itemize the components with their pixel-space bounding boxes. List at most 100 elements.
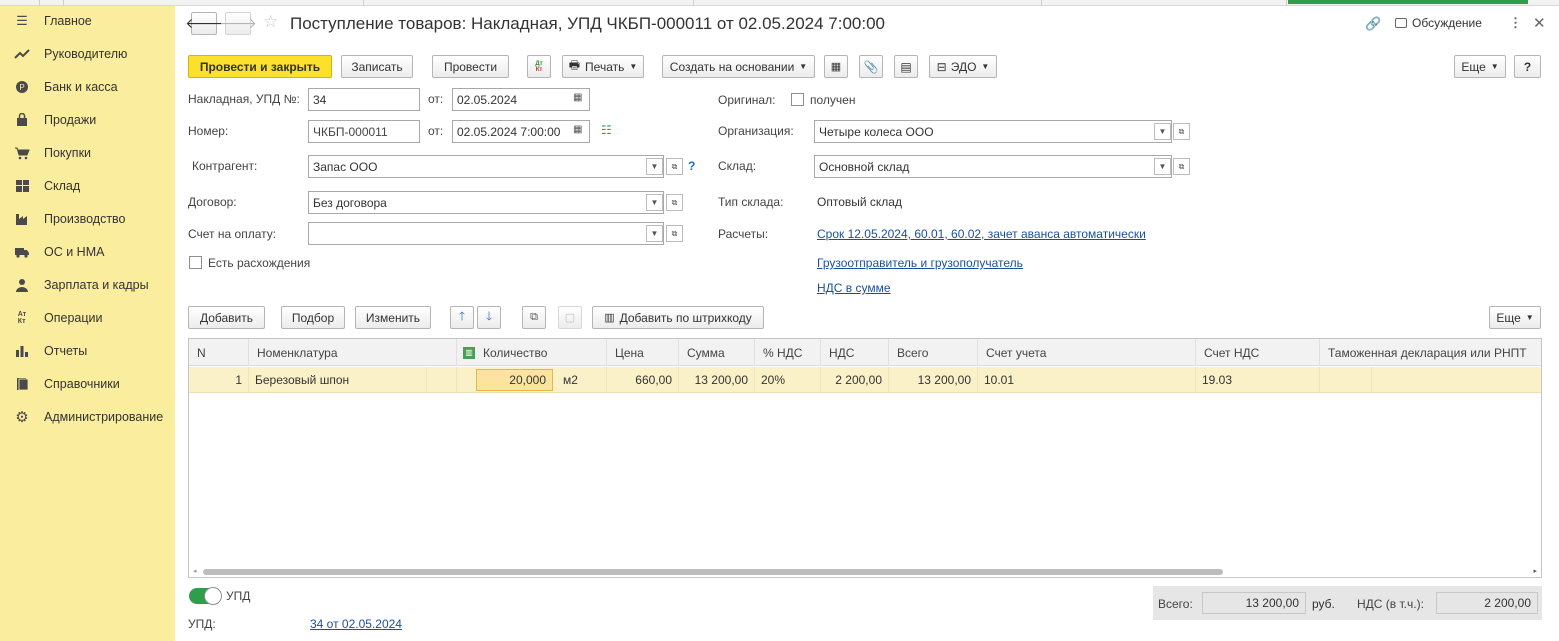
col-header-item[interactable]: Номенклатура bbox=[249, 339, 457, 366]
sidebar-item-warehouse[interactable]: Склад bbox=[0, 171, 175, 201]
sidebar-item-manager[interactable]: Руководителю bbox=[0, 39, 175, 69]
add-by-barcode-button[interactable]: ▥ Добавить по штрихкоду bbox=[592, 306, 764, 329]
upd-toggle[interactable] bbox=[189, 587, 222, 605]
list-check-icon[interactable]: ☷ bbox=[601, 123, 612, 137]
print-button[interactable]: 🖶 Печать ▼ bbox=[562, 55, 644, 78]
col-header-vat[interactable]: НДС bbox=[821, 339, 889, 366]
contract-field[interactable]: Без договора bbox=[308, 191, 664, 214]
open-link-icon[interactable]: ⧉ bbox=[666, 225, 683, 242]
sidebar-item-salary[interactable]: Зарплата и кадры bbox=[0, 270, 175, 300]
cell-quantity[interactable]: 20,000 bbox=[476, 369, 553, 391]
upd-link[interactable]: 34 от 02.05.2024 bbox=[310, 617, 402, 631]
cell-vat-account[interactable]: 19.03 bbox=[1196, 367, 1320, 393]
forward-button[interactable]: 🡒 bbox=[219, 12, 257, 35]
attach-button[interactable]: 📎 bbox=[859, 55, 883, 78]
structure-button[interactable]: ▦ bbox=[824, 55, 848, 78]
open-link-icon[interactable]: ⧉ bbox=[666, 158, 683, 175]
open-link-icon[interactable]: ⧉ bbox=[1173, 158, 1190, 175]
add-row-button[interactable]: Добавить bbox=[188, 306, 265, 329]
chevron-down-icon[interactable]: ▼ bbox=[646, 225, 663, 242]
scroll-left-icon[interactable]: ◂ bbox=[193, 567, 197, 575]
sidebar-item-admin[interactable]: ⚙ Администрирование bbox=[0, 402, 175, 432]
col-header-sum[interactable]: Сумма bbox=[679, 339, 755, 366]
organization-field[interactable]: Четыре колеса ООО bbox=[814, 120, 1172, 143]
copy-rows-button[interactable]: ⧉ bbox=[522, 306, 546, 329]
sidebar-item-catalogs[interactable]: Справочники bbox=[0, 369, 175, 399]
cell-sum[interactable]: 13 200,00 bbox=[679, 367, 755, 393]
discussion-button[interactable]: Обсуждение bbox=[1395, 16, 1482, 30]
edo-button[interactable]: ⊟ ЭДО ▼ bbox=[929, 55, 997, 78]
chevron-down-icon[interactable]: ▼ bbox=[1154, 158, 1171, 175]
back-button[interactable]: 🡐 bbox=[185, 12, 223, 35]
table-more-button[interactable]: Еще ▼ bbox=[1489, 306, 1541, 329]
sidebar-item-assets[interactable]: ОС и НМА bbox=[0, 237, 175, 267]
col-header-total[interactable]: Всего bbox=[889, 339, 978, 366]
post-button[interactable]: Провести bbox=[432, 55, 509, 78]
open-link-icon[interactable]: ⧉ bbox=[1173, 123, 1190, 140]
chevron-down-icon[interactable]: ▼ bbox=[646, 194, 663, 211]
sidebar-item-sales[interactable]: Продажи bbox=[0, 105, 175, 135]
calendar-icon[interactable]: ▦ bbox=[573, 92, 582, 103]
sidebar-item-reports[interactable]: Отчеты bbox=[0, 336, 175, 366]
cell-unit[interactable]: м2 bbox=[557, 367, 607, 393]
table-row[interactable]: 1 Березовый шпон 20,000 м2 660,00 13 200… bbox=[189, 367, 1541, 393]
create-based-on-button[interactable]: Создать на основании ▼ bbox=[662, 55, 815, 78]
chevron-down-icon[interactable]: ▼ bbox=[1154, 123, 1171, 140]
sidebar-item-main[interactable]: ☰ Главное bbox=[0, 6, 175, 36]
favorite-star-icon[interactable]: ☆ bbox=[263, 12, 278, 32]
scroll-right-icon[interactable]: ▸ bbox=[1533, 567, 1537, 575]
chevron-down-icon[interactable]: ▼ bbox=[646, 158, 663, 175]
original-received-checkbox[interactable] bbox=[791, 93, 804, 106]
discrepancy-checkbox[interactable] bbox=[189, 256, 202, 269]
settlements-link[interactable]: Срок 12.05.2024, 60.01, 60.02, зачет ава… bbox=[817, 227, 1146, 241]
more-button[interactable]: Еще ▼ bbox=[1454, 55, 1506, 78]
pick-button[interactable]: Подбор bbox=[281, 306, 345, 329]
cell-customs[interactable] bbox=[1320, 367, 1372, 393]
cell-total[interactable]: 13 200,00 bbox=[889, 367, 978, 393]
calendar-icon[interactable]: ▦ bbox=[573, 124, 582, 135]
cell-price[interactable]: 660,00 bbox=[607, 367, 679, 393]
help-question-icon[interactable]: ? bbox=[688, 159, 695, 173]
number-date-field[interactable]: 02.05.2024 7:00:00 bbox=[452, 120, 590, 143]
col-header-vat-account[interactable]: Счет НДС bbox=[1196, 339, 1320, 366]
paste-rows-button[interactable]: ▢ bbox=[558, 306, 582, 329]
original-label: Оригинал: bbox=[718, 93, 776, 107]
number-field[interactable]: ЧКБП-000011 bbox=[308, 120, 420, 143]
invoice-date-field[interactable]: 02.05.2024 bbox=[452, 88, 590, 111]
close-icon[interactable]: ✕ bbox=[1533, 14, 1546, 32]
sidebar-item-production[interactable]: Производство bbox=[0, 204, 175, 234]
move-down-button[interactable]: 🡓 bbox=[477, 306, 501, 329]
col-header-vat-rate[interactable]: % НДС bbox=[755, 339, 821, 366]
sidebar-item-purchases[interactable]: Покупки bbox=[0, 138, 175, 168]
invoice-payment-field[interactable] bbox=[308, 222, 664, 245]
col-header-account[interactable]: Счет учета bbox=[978, 339, 1196, 366]
cell-vat-rate[interactable]: 20% bbox=[755, 367, 821, 393]
invoice-number-field[interactable]: 34 bbox=[308, 88, 420, 111]
dt-kt-button[interactable]: Дт Кт bbox=[527, 55, 551, 78]
move-up-button[interactable]: 🡑 bbox=[450, 306, 474, 329]
help-button[interactable]: ? bbox=[1514, 55, 1541, 78]
save-button[interactable]: Записать bbox=[341, 55, 413, 78]
cell-item[interactable]: Березовый шпон bbox=[249, 367, 427, 393]
document-button[interactable]: ▤ bbox=[894, 55, 918, 78]
sidebar-item-operations[interactable]: Ат Кт Операции bbox=[0, 303, 175, 333]
more-vertical-icon[interactable]: ⋮ bbox=[1509, 15, 1522, 31]
post-and-close-button[interactable]: Провести и закрыть bbox=[188, 55, 332, 78]
cell-account[interactable]: 10.01 bbox=[978, 367, 1196, 393]
horizontal-scrollbar[interactable]: ◂ ▸ bbox=[189, 567, 1541, 577]
vat-included-link[interactable]: НДС в сумме bbox=[817, 281, 891, 295]
scrollbar-thumb[interactable] bbox=[203, 569, 1223, 575]
sidebar-item-bank[interactable]: Р Банк и касса bbox=[0, 72, 175, 102]
warehouse-field[interactable]: Основной склад bbox=[814, 155, 1172, 178]
col-header-quantity[interactable]: ▥ Количество bbox=[457, 339, 607, 366]
open-link-icon[interactable]: ⧉ bbox=[666, 194, 683, 211]
col-header-price[interactable]: Цена bbox=[607, 339, 679, 366]
col-header-n[interactable]: N bbox=[189, 339, 249, 366]
counterparty-field[interactable]: Запас ООО bbox=[308, 155, 664, 178]
col-header-customs[interactable]: Таможенная декларация или РНПТ bbox=[1320, 339, 1541, 366]
vat-total-label: НДС (в т.ч.): bbox=[1357, 597, 1424, 611]
change-button[interactable]: Изменить bbox=[355, 306, 431, 329]
cell-vat[interactable]: 2 200,00 bbox=[821, 367, 889, 393]
link-icon[interactable]: 🔗 bbox=[1365, 16, 1381, 32]
shipper-consignee-link[interactable]: Грузоотправитель и грузополучатель bbox=[817, 256, 1023, 270]
